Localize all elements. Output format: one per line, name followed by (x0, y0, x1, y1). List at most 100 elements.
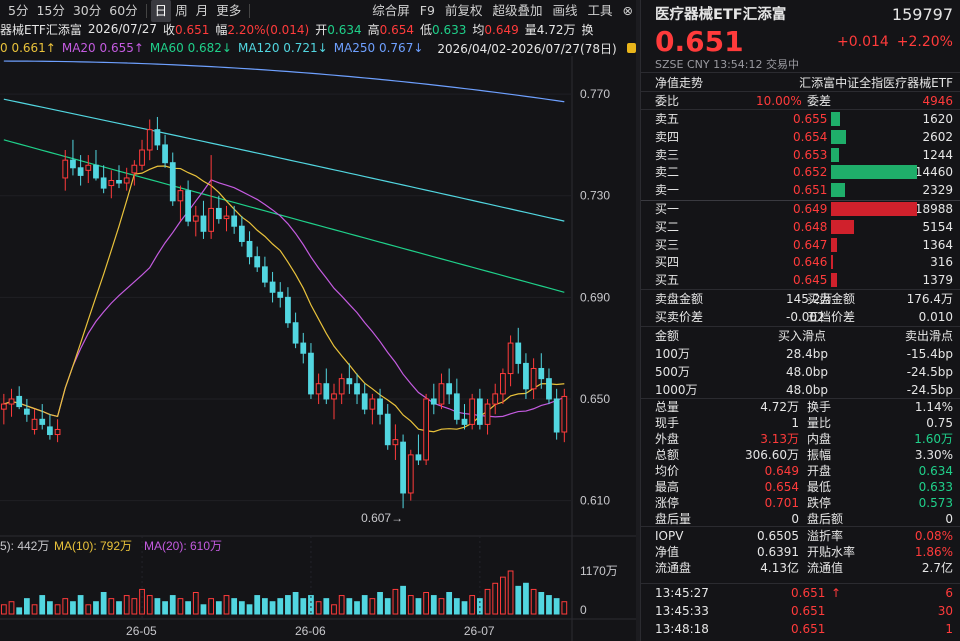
tick-time: 13:48:18 (655, 622, 709, 636)
candle-body (154, 129, 161, 146)
volume-legend-v20: MA(20): 610万 (144, 539, 222, 553)
buy-level-5[interactable]: 买五 0.645 1379 (641, 271, 960, 289)
volume-bar (423, 592, 430, 615)
last-price: 0.651 (655, 25, 744, 58)
period-tab-5[interactable]: 周 (171, 0, 192, 22)
vol-value: 4.72万 (536, 22, 576, 37)
toolbar-item-3[interactable]: 超级叠加 (487, 0, 547, 22)
buy-amount-label: 买盘金额 (807, 292, 856, 306)
buy-level-2[interactable]: 买二 0.648 5154 (641, 218, 960, 236)
close-value: 0.651 (175, 22, 210, 37)
toolbar-item-1[interactable]: F9 (415, 0, 440, 22)
quote-panel: 医疗器械ETF汇添富 159797 0.651 +0.014 +2.20% SZ… (640, 0, 960, 641)
volume-bar (177, 598, 184, 615)
tick-time: 13:45:27 (655, 586, 709, 600)
volume-bar (438, 598, 445, 615)
period-tab-6[interactable]: 月 (192, 0, 213, 22)
toolbar-item-5[interactable]: 工具 (583, 0, 618, 22)
low-value: 0.633 (432, 22, 467, 37)
nav-trend-link[interactable]: 净值走势 (655, 74, 703, 92)
high-value: 0.654 (379, 22, 414, 37)
candle-body (315, 383, 322, 395)
volume-bar (93, 601, 99, 615)
spread-label: 买卖价差 (655, 310, 704, 324)
volume-bar (254, 595, 261, 615)
fund-full-name: 汇添富中证全指医疗器械ETF (799, 76, 953, 90)
ma120-value: MA120 0.721↓ (237, 41, 328, 55)
level-volume-bar (831, 273, 838, 288)
toolbar-item-4[interactable]: 画线 (547, 0, 582, 22)
candle-body (8, 398, 15, 405)
volume-bar (277, 598, 284, 615)
volume-bar (85, 604, 92, 615)
candle-body (430, 398, 437, 405)
candle-body (438, 383, 445, 405)
candle-body (407, 454, 414, 494)
period-tab-3[interactable]: 60分 (105, 0, 141, 22)
candle-body (285, 296, 291, 324)
candle-body (546, 378, 552, 400)
fivegap-value: 0.010 (918, 310, 953, 324)
toolbar-item-2[interactable]: 前复权 (440, 0, 488, 22)
close-icon[interactable]: ⊗ (618, 0, 638, 22)
y-tick-label: 0.650 (580, 392, 610, 406)
volume-bar (169, 595, 176, 615)
period-tab-0[interactable]: 5分 (4, 0, 32, 22)
candle-body (77, 167, 84, 176)
open-label: 开 (315, 22, 328, 37)
level-label: 买四 (655, 255, 680, 270)
candle-body (162, 144, 168, 164)
candle-body (54, 428, 61, 436)
volume-bar (192, 592, 199, 615)
change-value: 2.20%(0.014) (227, 22, 310, 37)
candle-body (331, 393, 337, 400)
volume-bar (54, 604, 61, 615)
sell-level-4[interactable]: 卖二 0.652 14460 (641, 163, 960, 181)
date-range: 2026/04/02-2026/07/27(78日) (437, 41, 617, 56)
candle-body (384, 413, 391, 446)
level-price: 0.652 (793, 165, 828, 180)
tick-price: 0.651 (791, 604, 826, 618)
volume-bar (377, 592, 383, 615)
candle-body (400, 441, 406, 494)
slip-header-buy: 买入滑点 (778, 329, 827, 343)
candle-body (131, 164, 138, 174)
lock-icon[interactable] (626, 43, 636, 53)
level-volume-bar (831, 219, 855, 234)
stat-value: 4.13亿 (760, 561, 799, 575)
buy-level-3[interactable]: 买三 0.647 1364 (641, 236, 960, 254)
period-tab-1[interactable]: 15分 (32, 0, 68, 22)
candle-body (354, 383, 360, 395)
level-price: 0.653 (793, 147, 828, 162)
toolbar-item-0[interactable]: 综合屏 (367, 0, 415, 22)
buy-level-4[interactable]: 买四 0.646 316 (641, 253, 960, 271)
volume-bar (453, 598, 460, 615)
candle-body (169, 162, 176, 202)
panel-title: 医疗器械ETF汇添富 (655, 7, 787, 23)
kline-chart[interactable]: 0.770 0.730 0.690 0.650 0.610 0.607→ 5): 442万 M… (0, 56, 636, 641)
period-tab-7[interactable]: 更多 (212, 0, 245, 22)
level-price: 0.654 (793, 129, 828, 144)
volume-bar (23, 598, 30, 615)
stat-row: 流通盘 4.13亿 流通值 2.7亿 (641, 559, 960, 577)
volume-bar (507, 570, 514, 615)
volume-bar (246, 604, 253, 615)
x-tick-label: 26-06 (295, 624, 326, 638)
sell-level-5[interactable]: 卖一 0.651 2329 (641, 181, 960, 199)
buy-level-1[interactable]: 买一 0.649 18988 (641, 200, 960, 218)
candle-body (70, 159, 76, 169)
sell-level-1[interactable]: 卖五 0.655 1620 (641, 110, 960, 128)
candle-body (469, 398, 476, 425)
slip-amount: 1000万 (655, 382, 698, 397)
ma250-line (3, 60, 565, 103)
candle-body (0, 403, 7, 410)
volume-bar (285, 595, 291, 615)
sell-level-2[interactable]: 卖四 0.654 2602 (641, 128, 960, 146)
sell-level-3[interactable]: 卖三 0.653 1244 (641, 146, 960, 164)
candle-body (423, 398, 430, 461)
level-volume-bar (831, 202, 917, 216)
volume-bar (338, 595, 345, 615)
volume-bar (446, 592, 453, 615)
period-tab-2[interactable]: 30分 (69, 0, 105, 22)
period-tab-4[interactable]: 日 (150, 0, 172, 22)
